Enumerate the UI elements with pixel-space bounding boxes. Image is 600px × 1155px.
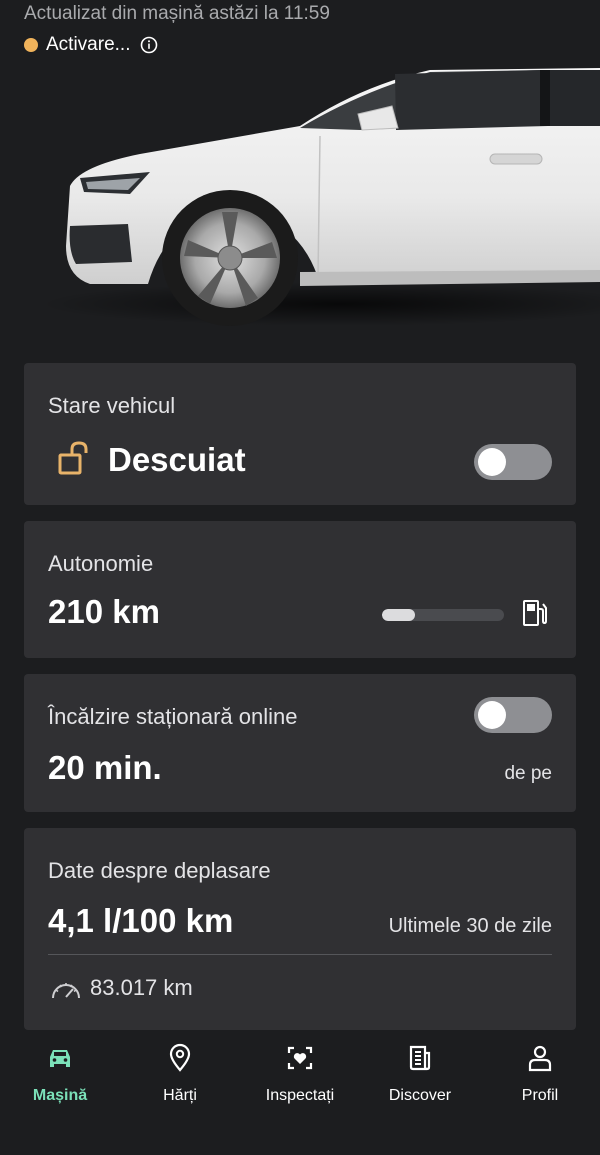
- nav-label: Inspectați: [265, 1087, 335, 1104]
- vehicle-state-label: Stare vehicul: [48, 393, 176, 418]
- vehicle-state-card[interactable]: Stare vehicul Descuiat: [24, 363, 576, 505]
- odometer-value: 83.017 km: [90, 975, 193, 1000]
- status-header: Actualizat din mașină astăzi la 11:59 Ac…: [24, 2, 576, 58]
- heating-duration: 20 min.: [48, 749, 162, 786]
- car-image: [0, 66, 600, 336]
- person-icon: [528, 1045, 552, 1072]
- nav-item-inspectati[interactable]: Inspectați: [240, 1031, 360, 1155]
- status-dot: [24, 38, 38, 52]
- scan-heart-icon: [287, 1046, 313, 1070]
- car-icon: [50, 1050, 70, 1067]
- bottom-nav: Mașină Hărți Inspectați Discover Profil: [0, 1031, 600, 1155]
- nav-item-profil[interactable]: Profil: [480, 1031, 600, 1155]
- toggle-knob: [478, 448, 506, 476]
- news-icon: [409, 1045, 431, 1071]
- fuel-level-fill: [382, 609, 415, 621]
- heating-label: Încălzire staționară online: [48, 704, 298, 729]
- trip-data-label: Date despre deplasare: [48, 858, 271, 883]
- range-label: Autonomie: [48, 551, 154, 576]
- last-updated-text: Actualizat din mașină astăzi la 11:59: [24, 3, 330, 24]
- fuel-consumption-value: 4,1 l/100 km: [48, 902, 234, 939]
- nav-label: Hărți: [163, 1087, 197, 1104]
- unlocked-padlock-icon: [58, 441, 88, 475]
- heating-suffix: de pe: [504, 763, 552, 784]
- fuel-level-bar: [382, 609, 504, 621]
- nav-label: Mașină: [32, 1087, 88, 1104]
- nav-item-discover[interactable]: Discover: [360, 1031, 480, 1155]
- nav-item-masina[interactable]: Mașină: [0, 1031, 120, 1155]
- lock-toggle[interactable]: [474, 444, 552, 480]
- info-icon[interactable]: [140, 36, 158, 54]
- heating-toggle[interactable]: [474, 697, 552, 733]
- heating-card[interactable]: Încălzire staționară online 20 min. de p…: [24, 674, 576, 812]
- map-pin-icon: [169, 1043, 191, 1072]
- range-card[interactable]: Autonomie 210 km: [24, 521, 576, 658]
- trip-data-card[interactable]: Date despre deplasare 4,1 l/100 km Ultim…: [24, 828, 576, 1030]
- activation-status: Activare...: [24, 32, 576, 58]
- nav-label: Profil: [521, 1087, 559, 1104]
- status-text: Activare...: [46, 34, 131, 55]
- toggle-knob: [478, 701, 506, 729]
- nav-label: Discover: [388, 1087, 452, 1104]
- nav-item-harti[interactable]: Hărți: [120, 1031, 240, 1155]
- vehicle-state-value: Descuiat: [108, 441, 246, 478]
- trip-period: Ultimele 30 de zile: [388, 915, 552, 937]
- fuel-pump-icon: [523, 600, 547, 626]
- divider: [48, 954, 552, 955]
- range-value: 210 km: [48, 593, 160, 630]
- speedometer-icon: [52, 983, 80, 999]
